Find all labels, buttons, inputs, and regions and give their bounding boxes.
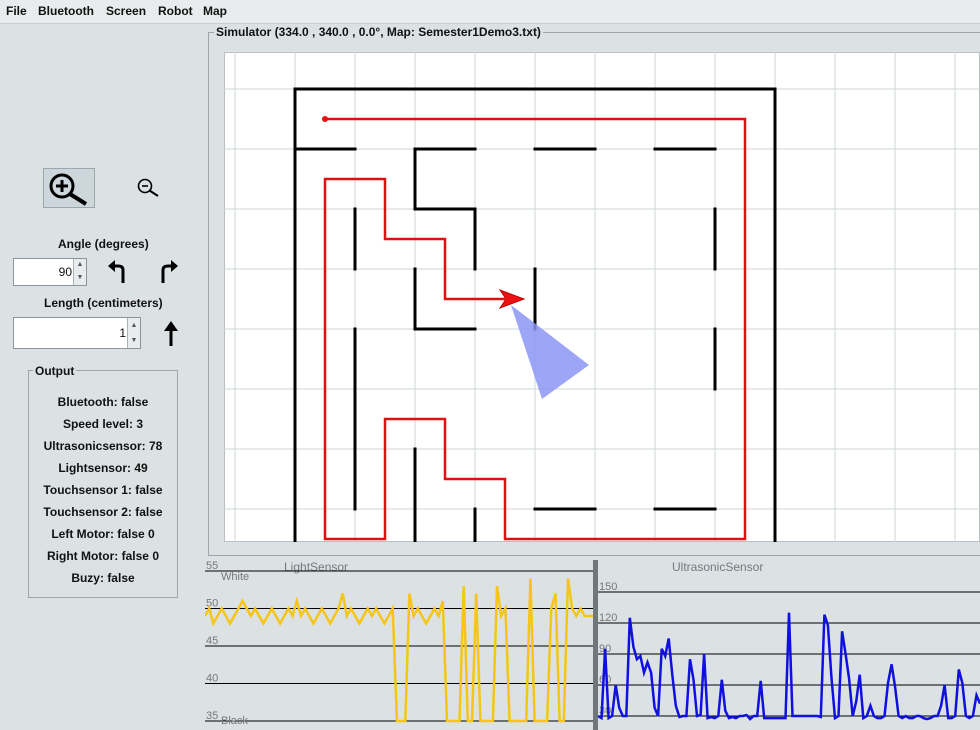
lightsensor-chart: 35 40 45 50 55White Black (205, 560, 593, 727)
y-tick-label: 45 (206, 635, 218, 647)
sensor-series-line (598, 612, 980, 721)
ultrasonic-chart: 306090120150 (598, 581, 980, 721)
menu-file[interactable]: File (6, 4, 27, 18)
angle-value: 90 (58, 265, 72, 279)
length-spinner[interactable]: 1 ▲ ▼ (13, 317, 141, 349)
y-tick-label: 35 (206, 710, 218, 722)
y-tick-label: 150 (599, 581, 617, 593)
move-forward-button[interactable] (160, 320, 182, 346)
zoom-in-icon (49, 173, 88, 206)
output-buzy: Buzy: false (71, 571, 135, 585)
path-start-marker (322, 116, 328, 122)
output-panel: Output Bluetooth: false Speed level: 3 U… (28, 364, 178, 598)
y-tick-label: 40 (206, 673, 218, 685)
angle-label: Angle (degrees) (58, 237, 149, 251)
turn-right-button[interactable] (158, 258, 180, 284)
y-tick-label: 55 (206, 560, 218, 572)
sonar-cone (511, 305, 589, 399)
map-grid (224, 52, 980, 542)
zoom-in-button[interactable] (43, 168, 95, 208)
output-right-motor: Right Motor: false 0 (46, 549, 159, 563)
menu-robot[interactable]: Robot (158, 4, 193, 18)
output-touchsensor-2: Touchsensor 2: false (43, 505, 163, 519)
turn-right-icon (161, 260, 178, 283)
length-label: Length (centimeters) (44, 296, 163, 310)
output-speed-level: Speed level: 3 (62, 417, 144, 431)
output-lightsensor: Lightsensor: 49 (58, 461, 148, 475)
menu-screen[interactable]: Screen (106, 4, 146, 18)
angle-spinner-arrows[interactable]: ▲ ▼ (73, 259, 86, 285)
menu-bluetooth[interactable]: Bluetooth (38, 4, 94, 18)
turn-left-button[interactable] (106, 258, 128, 284)
zoom-out-icon (137, 178, 159, 197)
simulator-map (224, 52, 980, 542)
length-spinner-arrows[interactable]: ▲ ▼ (127, 318, 140, 348)
y-tick-label: 60 (599, 674, 611, 686)
simulator-canvas[interactable] (224, 52, 980, 542)
turn-left-icon (108, 260, 125, 283)
zoom-out-button[interactable] (125, 170, 175, 208)
y-tick-label: 120 (599, 612, 617, 624)
output-touchsensor-1: Touchsensor 1: false (43, 483, 163, 497)
sensor-series-line (205, 578, 593, 723)
length-value: 1 (119, 326, 126, 340)
output-bluetooth: Bluetooth: false (57, 395, 149, 409)
menu-map[interactable]: Map (203, 4, 227, 18)
simulator-title: Simulator (334.0 , 340.0 , 0.0°, Map: Se… (214, 25, 543, 39)
output-title: Output (33, 364, 77, 378)
arrow-up-icon (164, 321, 178, 346)
angle-spinner[interactable]: 90 ▲ ▼ (13, 258, 87, 286)
y-tick-label: 50 (206, 598, 218, 610)
menu-bar: File Bluetooth Screen Robot Map (0, 0, 980, 24)
output-left-motor: Left Motor: false 0 (51, 527, 155, 541)
annotation-black: Black (221, 715, 248, 727)
annotation-white: White (221, 571, 249, 583)
output-ultrasonic: Ultrasonicsensor: 78 (43, 439, 163, 453)
